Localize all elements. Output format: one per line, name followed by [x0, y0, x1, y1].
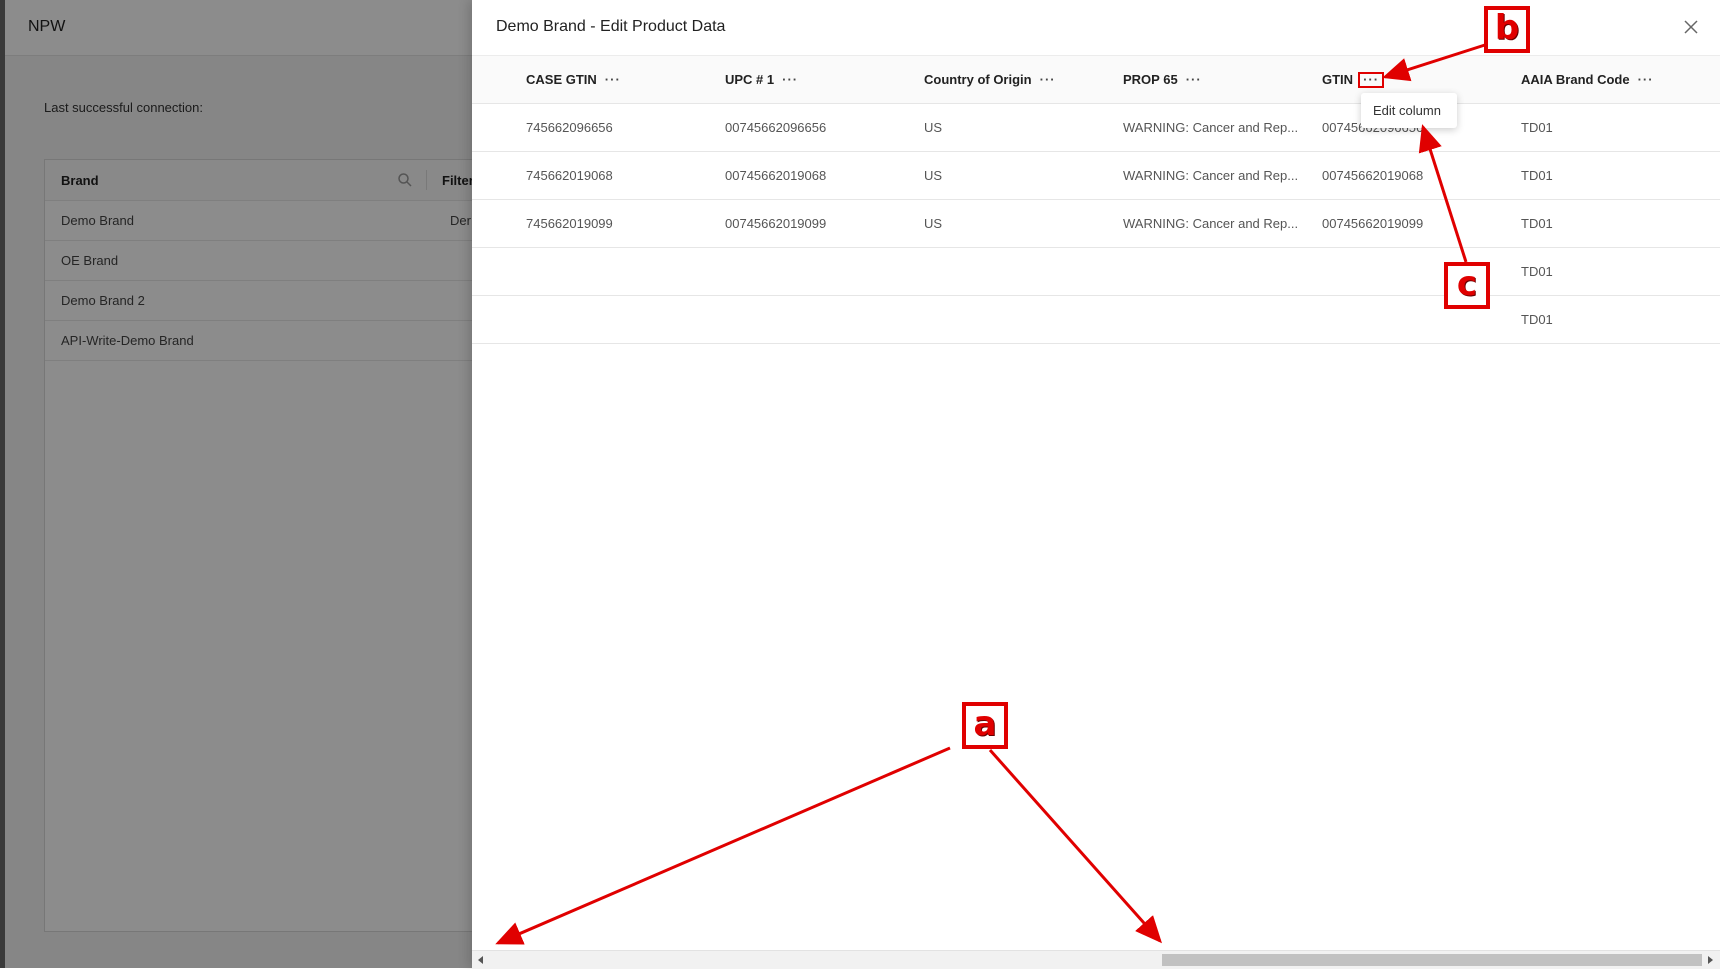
annotation-arrows [495, 42, 1489, 945]
annotation-arrow-a-left [495, 746, 951, 945]
annotation-arrow-c [1418, 124, 1468, 263]
annotation-label-c: c [1444, 262, 1490, 309]
annotation-label-a: a [962, 702, 1008, 749]
annotation-arrow-a-right [988, 749, 1162, 944]
annotation-arrow-b [1382, 42, 1489, 82]
annotation-label-b: b [1484, 6, 1530, 53]
